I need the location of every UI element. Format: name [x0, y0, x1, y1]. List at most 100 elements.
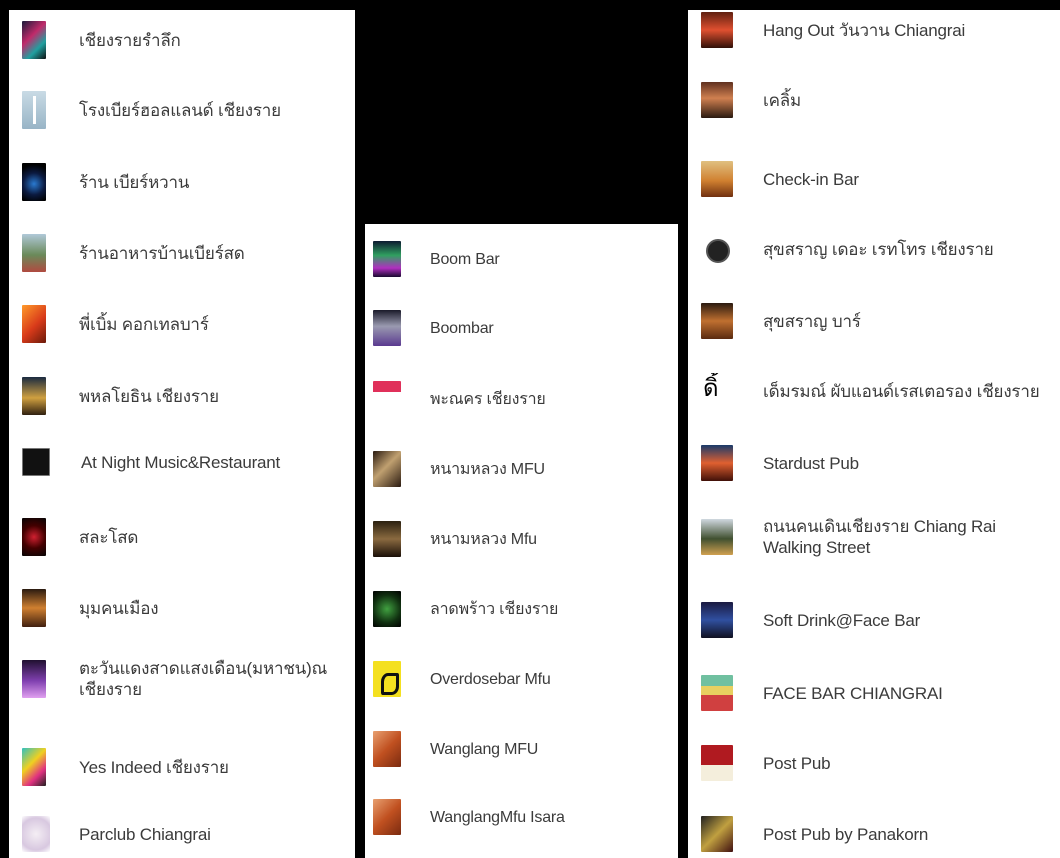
red-light-photo-icon [22, 518, 46, 556]
post-pub-logo-icon [701, 745, 733, 781]
list-item-label: ตะวันแดงสาดแสงเดือน(มหาชน)ณ เชียงราย [79, 659, 328, 699]
list-item-label: หนามหลวง Mfu [430, 530, 537, 548]
list-item[interactable]: พี่เบิ้ม คอกเทลบาร์ [9, 305, 355, 343]
list-item-label: ถนนคนเดินเชียงราย Chiang Rai Walking Str… [763, 517, 996, 557]
list-item-label: Boombar [430, 319, 494, 337]
bird-photo-icon [373, 451, 401, 487]
list-item[interactable]: ตะวันแดงสาดแสงเดือน(มหาชน)ณ เชียงราย [9, 658, 355, 700]
wanglang-logo-icon [373, 731, 401, 767]
face-bar-logo-icon [701, 675, 733, 711]
beer-photo-icon [701, 161, 733, 197]
list-item-label: โรงเบียร์ฮอลแลนด์ เชียงราย [79, 100, 281, 120]
list-item[interactable]: สุขสราญ บาร์ [688, 303, 1060, 339]
list-item[interactable]: Soft Drink@Face Bar [688, 602, 1060, 638]
place-list-column-3: Hang Out วันวาน Chiangrai เคลิ้ม Check-i… [688, 10, 1060, 858]
street-photo-icon [22, 234, 46, 272]
list-item[interactable]: โรงเบียร์ฮอลแลนด์ เชียงราย [9, 91, 355, 129]
list-item[interactable]: FACE BAR CHIANGRAI [688, 675, 1060, 711]
night-photo-icon [22, 163, 46, 201]
list-item[interactable]: Yes Indeed เชียงราย [9, 748, 355, 786]
list-item[interactable]: พหลโยธิน เชียงราย [9, 377, 355, 415]
list-item[interactable]: เด็มรมณ์ ผับแอนด์เรสเตอรอง เชียงราย [688, 373, 1060, 409]
list-item-label: ร้านอาหารบ้านเบียร์สด [79, 243, 245, 263]
list-item-label: Parclub Chiangrai [79, 824, 211, 844]
list-item-label: FACE BAR CHIANGRAI [763, 683, 943, 703]
list-item-label: Hang Out วันวาน Chiangrai [763, 20, 966, 40]
list-item[interactable]: เชียงรายรำลึก [9, 21, 355, 59]
list-item[interactable]: WanglangMfu Isara [365, 799, 678, 835]
list-item-label: Stardust Pub [763, 453, 859, 473]
face-bar-photo-icon [701, 602, 733, 638]
place-list-column-2: Boom Bar Boombar พะณคร เชียงราย หนามหลวง… [365, 224, 678, 858]
at-logo-icon [22, 448, 50, 476]
list-item-label: Post Pub by Panakorn [763, 824, 929, 844]
list-item-label: Soft Drink@Face Bar [763, 610, 921, 630]
list-item-label: Post Pub [763, 753, 831, 773]
list-item[interactable]: สุขสราญ เดอะ เรทโทร เชียงราย [688, 231, 1060, 267]
list-item[interactable]: Parclub Chiangrai [9, 816, 355, 852]
list-item[interactable]: พะณคร เชียงราย [365, 381, 678, 417]
purple-stage-photo-icon [22, 660, 46, 698]
dim-logo-icon [701, 373, 733, 409]
list-item[interactable]: ลาดพร้าว เชียงราย [365, 591, 678, 627]
list-item-label: เชียงรายรำลึก [79, 30, 181, 50]
list-item[interactable]: At Night Music&Restaurant [9, 448, 355, 476]
orange-bar-photo-icon [22, 305, 46, 343]
list-item-label: สละโสด [79, 527, 139, 547]
list-item[interactable]: ร้านอาหารบ้านเบียร์สด [9, 234, 355, 272]
dragonfly-logo-icon [22, 748, 46, 786]
place-list-column-1: เชียงรายรำลึก โรงเบียร์ฮอลแลนด์ เชียงราย… [9, 10, 355, 858]
list-item[interactable]: หนามหลวง Mfu [365, 521, 678, 557]
list-item-label: ลาดพร้าว เชียงราย [430, 600, 559, 618]
boombar-photo-icon [373, 310, 401, 346]
sugsarn-photo-icon [701, 303, 733, 339]
list-item[interactable]: ร้าน เบียร์หวาน [9, 163, 355, 201]
list-item-label: WanglangMfu Isara [430, 808, 565, 826]
list-item-label: เด็มรมณ์ ผับแอนด์เรสเตอรอง เชียงราย [763, 381, 1040, 401]
list-item-label: สุขสราญ เดอะ เรทโทร เชียงราย [763, 239, 994, 259]
list-item[interactable]: เคลิ้ม [688, 82, 1060, 118]
list-item[interactable]: Post Pub by Panakorn [688, 816, 1060, 852]
list-item-label: ร้าน เบียร์หวาน [79, 172, 190, 192]
list-item-label: สุขสราญ บาร์ [763, 311, 861, 331]
list-item-label: Overdosebar Mfu [430, 670, 551, 688]
list-item-label: Check-in Bar [763, 169, 859, 189]
list-item-label: เคลิ้ม [763, 90, 802, 110]
list-item[interactable]: Boombar [365, 310, 678, 346]
wanglang-logo-icon [373, 799, 401, 835]
list-item-label: Yes Indeed เชียงราย [79, 757, 229, 777]
list-item[interactable]: สละโสด [9, 518, 355, 556]
list-item[interactable]: Stardust Pub [688, 445, 1060, 481]
fork-knife-icon [22, 91, 46, 129]
list-item[interactable]: ถนนคนเดินเชียงราย Chiang Rai Walking Str… [688, 516, 1060, 558]
parclub-logo-icon [22, 816, 50, 852]
list-item-label: Boom Bar [430, 250, 500, 268]
list-item[interactable]: Hang Out วันวาน Chiangrai [688, 12, 1060, 48]
list-item-label: พะณคร เชียงราย [430, 390, 546, 408]
boom-bar-photo-icon [373, 241, 401, 277]
record-logo-icon [701, 231, 733, 267]
stardust-photo-icon [701, 445, 733, 481]
list-item-label: พี่เบิ้ม คอกเทลบาร์ [79, 314, 209, 334]
lights-photo-icon [22, 589, 46, 627]
overdose-logo-icon [373, 661, 401, 697]
list-item[interactable]: หนามหลวง MFU [365, 451, 678, 487]
list-item[interactable]: Post Pub [688, 745, 1060, 781]
list-item-label: พหลโยธิน เชียงราย [79, 386, 219, 406]
panakorn-logo-icon [373, 381, 401, 417]
person-photo-icon [701, 82, 733, 118]
list-item[interactable]: มุมคนเมือง [9, 589, 355, 627]
post-pub-photo-icon [701, 816, 733, 852]
hangout-photo-icon [701, 12, 733, 48]
list-item[interactable]: Wanglang MFU [365, 731, 678, 767]
list-item[interactable]: Overdosebar Mfu [365, 661, 678, 697]
green-logo-icon [373, 591, 401, 627]
list-item[interactable]: Check-in Bar [688, 161, 1060, 197]
list-item-label: หนามหลวง MFU [430, 460, 545, 478]
neon-photo-icon [22, 21, 46, 59]
house-photo-icon [22, 377, 46, 415]
list-item[interactable]: Boom Bar [365, 241, 678, 277]
dark-photo-icon [373, 521, 401, 557]
list-item-label: มุมคนเมือง [79, 598, 159, 618]
walking-street-photo-icon [701, 519, 733, 555]
